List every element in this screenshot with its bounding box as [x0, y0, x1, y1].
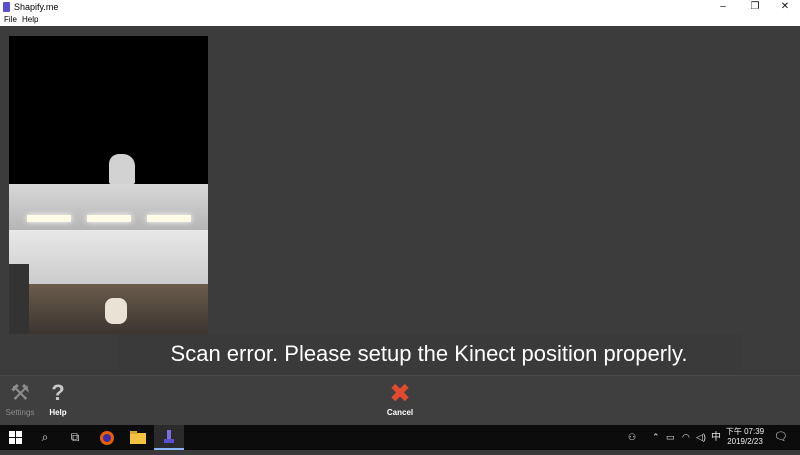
windows-start-icon[interactable]: [0, 425, 30, 450]
cancel-icon: ✖: [389, 378, 411, 408]
ceiling-light: [87, 215, 131, 222]
firefox-icon[interactable]: [92, 425, 122, 450]
scan-error-message: Scan error. Please setup the Kinect posi…: [117, 334, 741, 375]
chevron-up-icon[interactable]: ⌃: [652, 425, 660, 450]
depth-silhouette: [109, 154, 135, 184]
camera-equipment: [9, 264, 29, 334]
minimize-button[interactable]: –: [708, 0, 738, 14]
clock-date: 2019/2/23: [727, 437, 763, 446]
ime-indicator[interactable]: 中: [711, 425, 721, 450]
restore-button[interactable]: ❐: [740, 0, 770, 14]
window-title: Shapify.me: [14, 2, 59, 12]
camera-view: [9, 184, 208, 334]
settings-button[interactable]: ⚒ Settings: [0, 378, 40, 424]
battery-icon[interactable]: ▭: [666, 425, 675, 450]
camera-ceiling: [9, 184, 208, 230]
task-view-icon[interactable]: ⧉: [60, 425, 90, 450]
wifi-icon[interactable]: ◠: [682, 425, 690, 450]
help-label: Help: [49, 408, 67, 417]
settings-label: Settings: [5, 408, 35, 417]
camera-wall: [9, 230, 208, 290]
menu-bar: File Help: [0, 14, 800, 26]
taskbar-clock[interactable]: 下午 07:39 2019/2/23: [722, 427, 768, 447]
file-explorer-icon[interactable]: [123, 425, 153, 450]
taskbar: ⌕ ⧉ ⚇ ⌃ ▭ ◠ ◁) 中 下午 07:39 2019/2/23 🗨: [0, 425, 800, 450]
ceiling-light: [147, 215, 191, 222]
search-icon[interactable]: ⌕: [30, 425, 60, 450]
cancel-label: Cancel: [386, 408, 414, 417]
close-button[interactable]: ✕: [770, 0, 800, 14]
app-icon: [3, 2, 10, 12]
camera-object: [105, 298, 127, 324]
notifications-icon[interactable]: 🗨: [774, 425, 788, 450]
title-bar: Shapify.me – ❐ ✕: [0, 0, 800, 14]
clock-time: 下午 07:39: [725, 427, 765, 436]
ceiling-light: [27, 215, 71, 222]
bottom-toolbar: ⚒ Settings ? Help ✖ Cancel: [0, 375, 800, 426]
menu-file[interactable]: File: [4, 15, 17, 25]
cancel-button[interactable]: ✖ Cancel: [380, 378, 420, 424]
volume-icon[interactable]: ◁): [696, 425, 706, 450]
menu-help[interactable]: Help: [22, 15, 38, 25]
people-icon[interactable]: ⚇: [628, 425, 636, 450]
help-icon: ?: [51, 380, 65, 405]
help-button[interactable]: ? Help: [38, 378, 78, 424]
settings-icon: ⚒: [10, 380, 30, 405]
depth-view: [9, 36, 208, 184]
shapify-taskbar-icon[interactable]: [154, 425, 184, 450]
